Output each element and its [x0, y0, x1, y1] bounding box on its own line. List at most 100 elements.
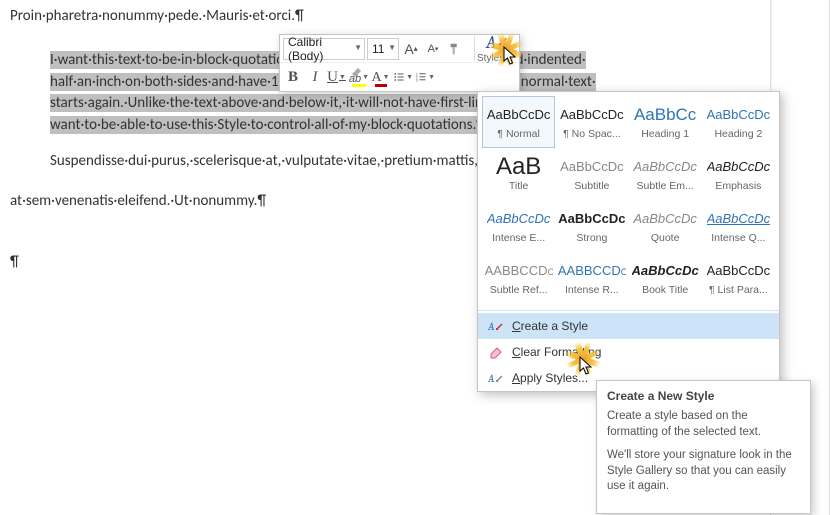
chevron-down-icon: ▼ — [406, 74, 413, 81]
style-tile-heading-2[interactable]: AaBbCcDc Heading 2 — [702, 96, 775, 148]
style-label: Intense Q... — [711, 232, 765, 244]
svg-text:3: 3 — [416, 79, 418, 83]
styles-dropdown-button[interactable]: A◢ Styles ▼ — [474, 36, 516, 61]
menu-item-label: Apply Styles... — [512, 371, 588, 385]
style-preview: AaBbCcDc — [487, 105, 551, 125]
style-label: ¶ No Spac... — [563, 128, 621, 140]
bullets-icon — [393, 70, 405, 84]
style-tile-subtle-em-[interactable]: AaBbCcDc Subtle Em... — [629, 148, 702, 200]
tooltip-title: Create a New Style — [607, 389, 800, 403]
tooltip-text: We'll store your signature look in the S… — [607, 448, 800, 495]
caret-up-icon: ▴ — [414, 44, 418, 53]
tooltip-body: Create a style based on the formatting o… — [607, 409, 800, 495]
chevron-down-icon: ▼ — [388, 43, 396, 52]
style-tile-intense-e-[interactable]: AaBbCcDc Intense E... — [482, 200, 555, 252]
styles-gallery-dropdown: AaBbCcDc¶ NormalAaBbCcDc¶ No Spac...AaBb… — [477, 91, 780, 392]
style-tile-intense-q-[interactable]: AaBbCcDc Intense Q... — [702, 200, 775, 252]
style-label: Title — [509, 180, 528, 192]
style-label: ¶ List Para... — [709, 284, 768, 296]
style-label: Subtle Ref... — [490, 284, 548, 296]
style-tile-heading-1[interactable]: AaBbCc Heading 1 — [629, 96, 702, 148]
menu-item-label: Clear Formatting — [512, 345, 601, 359]
highlighter-icon — [347, 66, 363, 82]
clear-formatting-menu-item[interactable]: Clear Formatting — [478, 339, 779, 365]
styles-grid: AaBbCcDc¶ NormalAaBbCcDc¶ No Spac...AaBb… — [478, 92, 779, 308]
font-size-select[interactable]: 11 ▼ — [367, 38, 399, 60]
svg-text:A: A — [488, 320, 495, 333]
style-label: Subtle Em... — [637, 180, 694, 192]
svg-text:A: A — [488, 372, 495, 385]
style-label: ¶ Normal — [497, 128, 539, 140]
styles-icon: A◢ — [486, 33, 505, 53]
style-label: Emphasis — [715, 180, 761, 192]
style-tile-subtle-ref-[interactable]: AABBCCDc Subtle Ref... — [482, 252, 555, 304]
menu-item-label: Create a Style — [512, 319, 588, 333]
style-label: Intense R... — [565, 284, 619, 296]
font-family-select[interactable]: Calibri (Body) ▼ — [283, 38, 365, 60]
style-preview: AaBbCcDc — [633, 157, 697, 177]
style-preview: AaBbCcDc — [560, 157, 624, 177]
font-color-button[interactable]: A ▼ — [371, 66, 391, 88]
grow-font-button[interactable]: A▴ — [401, 38, 421, 60]
format-painter-icon — [448, 42, 462, 56]
format-painter-button[interactable] — [445, 38, 465, 60]
style-label: Intense E... — [492, 232, 545, 244]
style-label: Book Title — [642, 284, 688, 296]
underline-button[interactable]: U▼ — [327, 66, 347, 88]
chevron-down-icon: ▼ — [507, 56, 514, 63]
style-label: Strong — [576, 232, 607, 244]
divider — [478, 310, 779, 311]
caret-down-icon: ▾ — [435, 45, 439, 53]
style-preview: AaBbCcDc — [707, 261, 771, 281]
style-preview: AaBbCcDc — [487, 209, 551, 229]
style-preview: AaBbCcDc — [707, 157, 771, 177]
font-size-value: 11 — [372, 42, 384, 56]
numbering-icon: 123 — [415, 70, 427, 84]
style-label: Heading 2 — [714, 128, 762, 140]
style-label: Heading 1 — [641, 128, 689, 140]
eraser-icon — [488, 344, 504, 360]
style-tile-quote[interactable]: AaBbCcDc Quote — [629, 200, 702, 252]
style-tile--list-para-[interactable]: AaBbCcDc ¶ List Para... — [702, 252, 775, 304]
style-tile-strong[interactable]: AaBbCcDc Strong — [555, 200, 628, 252]
mini-toolbar-row-1: Calibri (Body) ▼ 11 ▼ A▴ A▾ A◢ Styles ▼ — [280, 35, 519, 63]
style-preview: AABBCCDc — [558, 261, 626, 281]
style-label: Quote — [651, 232, 680, 244]
tooltip-text: Create a style based on the formatting o… — [607, 409, 800, 440]
mini-toolbar-row-2: B I U▼ ab ▼ A ▼ ▼ 123 ▼ — [280, 63, 519, 91]
chevron-down-icon: ▼ — [383, 74, 391, 81]
create-style-icon: A — [488, 318, 504, 334]
paragraph: Proin·pharetra·nonummy·pede.·Mauris·et·o… — [10, 6, 770, 28]
style-tile-emphasis[interactable]: AaBbCcDc Emphasis — [702, 148, 775, 200]
style-preview: AaBbCc — [634, 105, 696, 125]
style-preview: AaB — [496, 157, 541, 177]
chevron-down-icon: ▼ — [362, 74, 369, 81]
mini-toolbar: Calibri (Body) ▼ 11 ▼ A▴ A▾ A◢ Styles ▼ … — [279, 34, 520, 92]
italic-button[interactable]: I — [305, 66, 325, 88]
style-preview: AaBbCcDc — [707, 105, 771, 125]
style-preview: AaBbCcDc — [558, 209, 625, 229]
chevron-down-icon: ▼ — [354, 43, 362, 52]
text-highlight-button[interactable]: ab ▼ — [349, 66, 369, 88]
shrink-font-button[interactable]: A▾ — [423, 38, 443, 60]
style-preview: AABBCCDc — [485, 261, 553, 281]
style-tile-intense-r-[interactable]: AABBCCDc Intense R... — [555, 252, 628, 304]
numbering-button[interactable]: 123 ▼ — [415, 66, 435, 88]
bullets-button[interactable]: ▼ — [393, 66, 413, 88]
style-preview: AaBbCcDc — [560, 105, 624, 125]
style-preview: AaBbCcDc — [633, 209, 697, 229]
font-family-value: Calibri (Body) — [288, 35, 360, 63]
style-tile-title[interactable]: AaB Title — [482, 148, 555, 200]
selected-text-line: want·to·be·able·to·use·this·Style·to·con… — [50, 116, 485, 134]
style-tile-subtitle[interactable]: AaBbCcDc Subtitle — [555, 148, 628, 200]
style-preview: AaBbCcDc — [632, 261, 699, 281]
style-tile--normal[interactable]: AaBbCcDc ¶ Normal — [482, 96, 555, 148]
bold-button[interactable]: B — [283, 66, 303, 88]
create-style-menu-item[interactable]: A Create a Style — [478, 313, 779, 339]
apply-styles-icon: A — [488, 370, 504, 386]
style-tile--no-spac-[interactable]: AaBbCcDc ¶ No Spac... — [555, 96, 628, 148]
tooltip: Create a New Style Create a style based … — [596, 380, 811, 514]
style-tile-book-title[interactable]: AaBbCcDc Book Title — [629, 252, 702, 304]
style-label: Subtitle — [574, 180, 609, 192]
style-preview: AaBbCcDc — [707, 209, 771, 229]
